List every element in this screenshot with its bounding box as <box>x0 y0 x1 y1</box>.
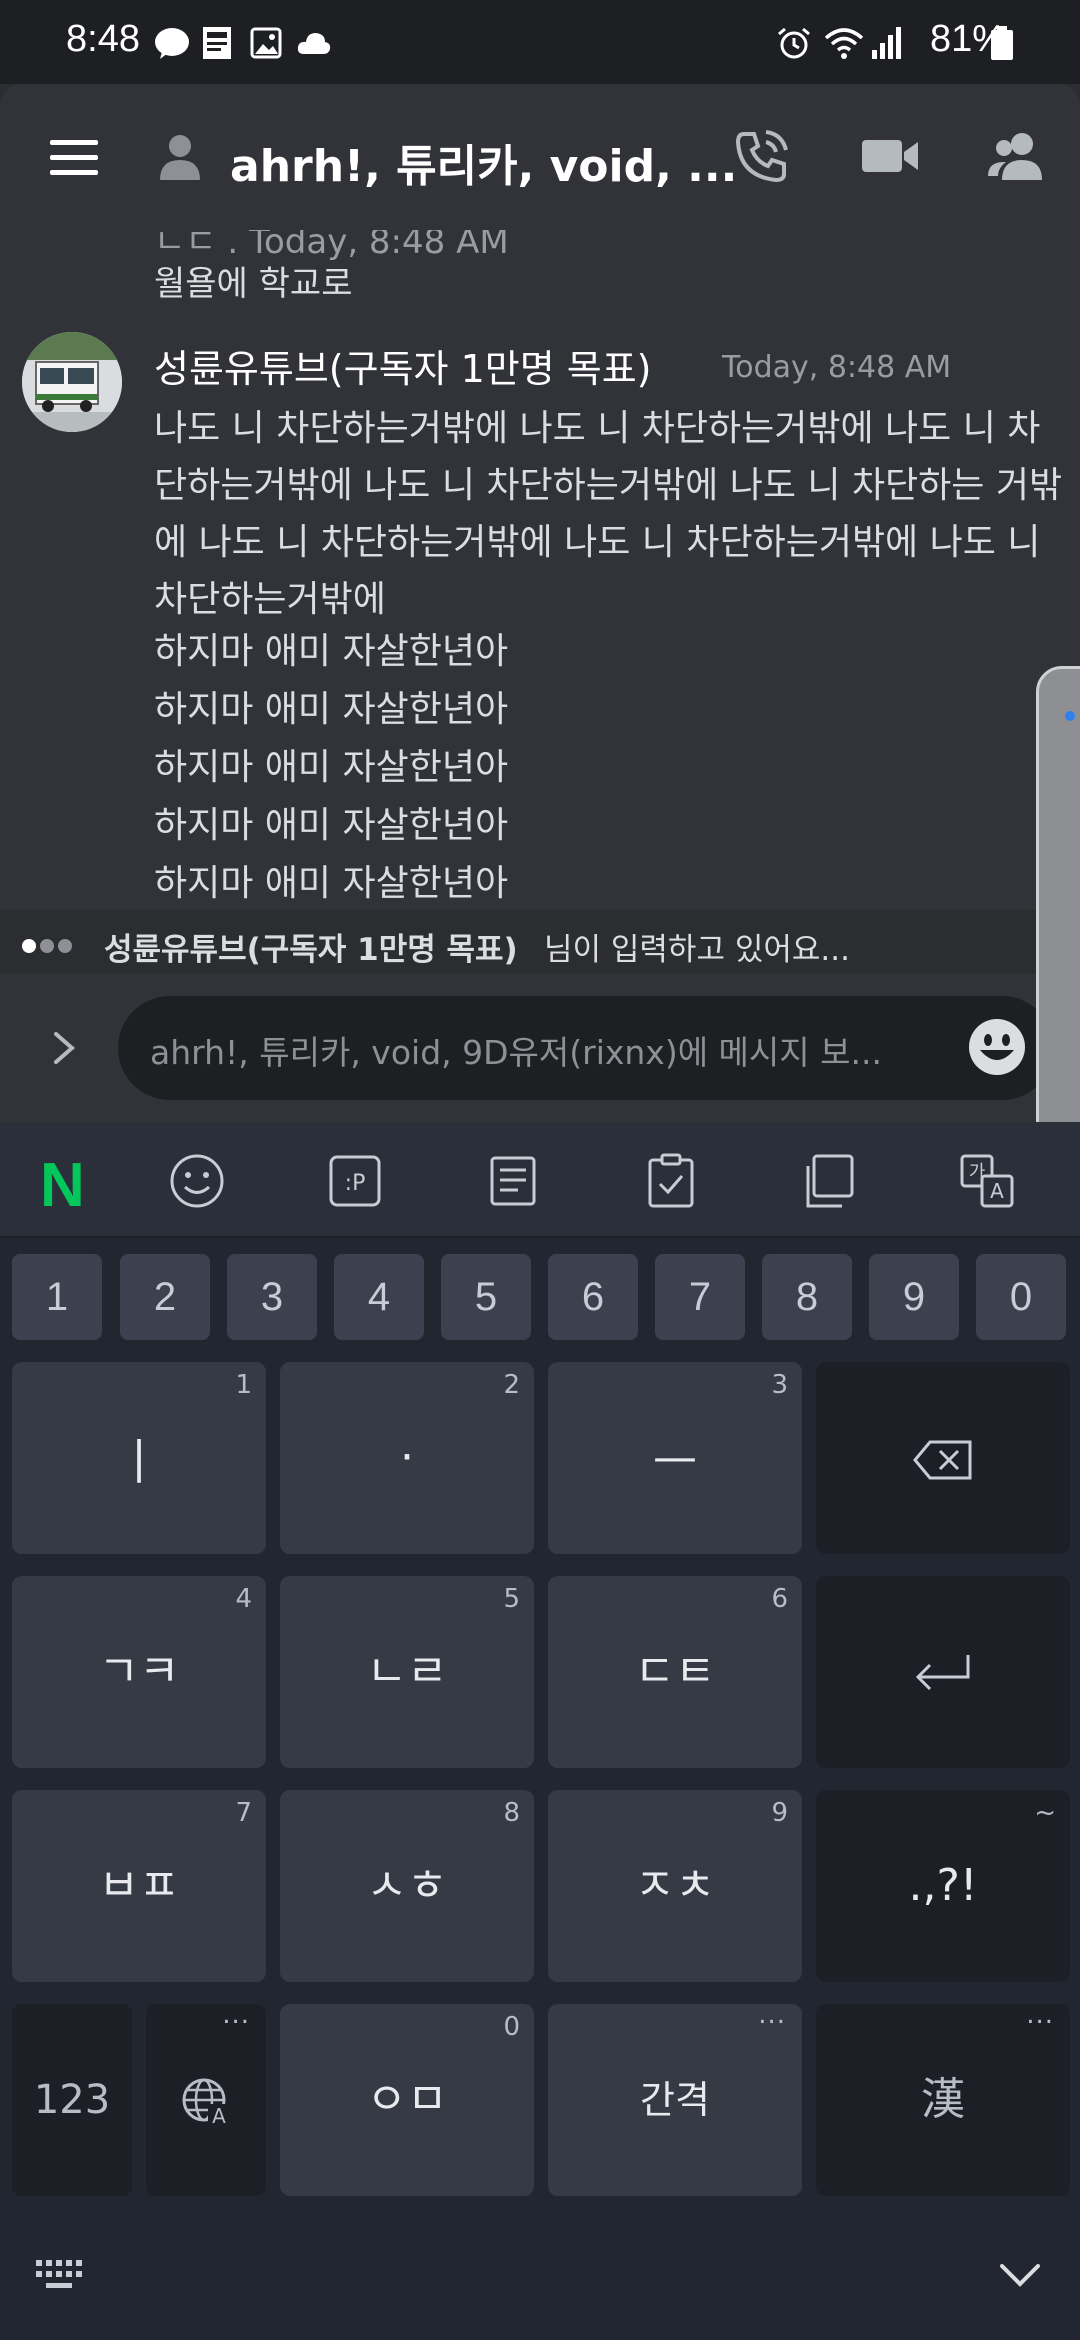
key-bieup[interactable]: ㅂㅍ 7 <box>12 1790 266 1982</box>
message-input-placeholder: ahrh!, 튜리카, void, 9D유저(rixnx)에 메시지 보... <box>150 1033 882 1072</box>
punctuation-key[interactable]: .,?! ~ <box>816 1790 1070 1982</box>
previous-message-text: 월욜에 학교로 <box>154 264 353 304</box>
wifi-icon <box>824 28 864 59</box>
key-4[interactable]: 4 <box>334 1254 424 1340</box>
copy-icon[interactable] <box>800 1152 858 1210</box>
message-composer: ahrh!, 튜리카, void, 9D유저(rixnx)에 메시지 보... <box>0 974 1080 1122</box>
key-8[interactable]: 8 <box>762 1254 852 1340</box>
emoji-picker-icon[interactable] <box>966 1016 1028 1078</box>
menu-button[interactable] <box>50 140 98 176</box>
backspace-button[interactable] <box>816 1362 1070 1554</box>
message-line: 하지마 애미 자살한년아 <box>154 863 509 904</box>
key-nieun[interactable]: ㄴㄹ 5 <box>280 1576 534 1768</box>
members-icon[interactable] <box>984 124 1048 188</box>
typing-indicator: 성륜유튜브(구독자 1만명 목표) 님이 입력하고 있어요... <box>0 910 1080 974</box>
status-bar: 8:48 81% <box>0 0 1080 84</box>
avatar[interactable] <box>22 332 122 432</box>
key-digeut[interactable]: ㄷㅌ 6 <box>548 1576 802 1768</box>
message-line: 하지마 애미 자살한년아 <box>154 689 509 730</box>
group-dm-icon <box>160 135 200 180</box>
key-ieung[interactable]: ㅇㅁ 0 <box>280 2004 534 2196</box>
channel-header: ahrh!, 튜리카, void, ... <box>0 84 1080 230</box>
key-0[interactable]: 0 <box>976 1254 1066 1340</box>
keyboard-nav-bar <box>0 2212 1080 2340</box>
signal-icon <box>872 27 901 59</box>
key-5[interactable]: 5 <box>441 1254 531 1340</box>
message-line: 하지마 애미 자살한년아 <box>154 805 509 846</box>
cloud-icon <box>297 33 331 54</box>
key-2[interactable]: 2 <box>120 1254 210 1340</box>
space-key[interactable]: 간격... <box>548 2000 802 2196</box>
hanja-key[interactable]: 漢... <box>816 2000 1070 2196</box>
battery-icon <box>991 26 1013 60</box>
call-icon[interactable] <box>730 124 794 188</box>
language-key[interactable]: ... A <box>146 2000 266 2196</box>
gallery-icon <box>250 27 282 59</box>
key-6[interactable]: 6 <box>548 1254 638 1340</box>
typing-text: 님이 입력하고 있어요... <box>544 932 850 968</box>
key-vowel-horizontal[interactable]: —3 <box>548 1362 802 1554</box>
key-siot[interactable]: ㅅㅎ 8 <box>280 1790 534 1982</box>
key-7[interactable]: 7 <box>655 1254 745 1340</box>
checklist-icon[interactable] <box>642 1152 700 1210</box>
key-vowel-vertical[interactable]: | 1 <box>12 1362 266 1554</box>
message-timestamp: Today, 8:48 AM <box>722 350 952 385</box>
message-line: 하지마 애미 자살한년아 <box>154 631 509 672</box>
alarm-icon <box>778 27 810 59</box>
message-list[interactable]: ㄴㄷ . Today, 8:48 AM 월욜에 학교로 성륜유튜브(구독자 1만… <box>0 230 1080 910</box>
translate-icon[interactable]: 가 A <box>958 1152 1016 1210</box>
keyboard-toolbar: N :P 가 A <box>0 1122 1080 1238</box>
enter-icon <box>915 1655 970 1691</box>
keyboard-switch-icon[interactable] <box>34 2258 88 2292</box>
message-line: 하지마 애미 자살한년아 <box>154 747 509 788</box>
typing-dots-icon <box>22 938 76 957</box>
key-1[interactable]: 1 <box>12 1254 102 1340</box>
news-icon <box>203 27 231 59</box>
channel-title[interactable]: ahrh!, 튜리카, void, ... <box>230 130 737 194</box>
video-icon[interactable] <box>858 124 922 188</box>
key-jieut[interactable]: ㅈㅊ 9 <box>548 1790 802 1982</box>
sticker-icon[interactable]: :P <box>326 1152 384 1210</box>
talk-icon <box>155 28 189 59</box>
hide-keyboard-icon[interactable] <box>996 2260 1044 2292</box>
key-9[interactable]: 9 <box>869 1254 959 1340</box>
key-giyeok[interactable]: ㄱㅋ 4 <box>12 1576 266 1768</box>
enter-button[interactable] <box>816 1576 1070 1768</box>
key-3[interactable]: 3 <box>227 1254 317 1340</box>
naver-logo[interactable]: N <box>40 1150 85 1221</box>
svg-text::P: :P <box>345 1171 366 1196</box>
svg-text:A: A <box>212 2104 226 2128</box>
message-author[interactable]: 성륜유튜브(구독자 1만명 목표) <box>154 338 652 393</box>
backspace-icon <box>913 1440 972 1480</box>
mode-123-key[interactable]: 123 <box>12 2004 132 2196</box>
clipboard-text-icon[interactable] <box>484 1152 542 1210</box>
globe-language-icon: A <box>182 2078 230 2128</box>
keyboard: N :P 가 A 1 2 3 4 5 6 7 8 9 0 | 1 · 2 — 3… <box>0 1122 1080 2340</box>
key-vowel-dot[interactable]: · 2 <box>280 1362 534 1554</box>
typing-user: 성륜유튜브(구독자 1만명 목표) <box>104 932 518 968</box>
status-time: 8:48 <box>66 18 140 60</box>
message-input[interactable]: ahrh!, 튜리카, void, 9D유저(rixnx)에 메시지 보... <box>118 996 1054 1100</box>
emoji-icon[interactable] <box>168 1152 226 1210</box>
message-body: 나도 니 차단하는거밖에 나도 니 차단하는거밖에 나도 니 차단하는거밖에 나… <box>154 408 1063 620</box>
expand-actions-icon[interactable] <box>46 1028 82 1068</box>
svg-text:A: A <box>990 1179 1004 1203</box>
